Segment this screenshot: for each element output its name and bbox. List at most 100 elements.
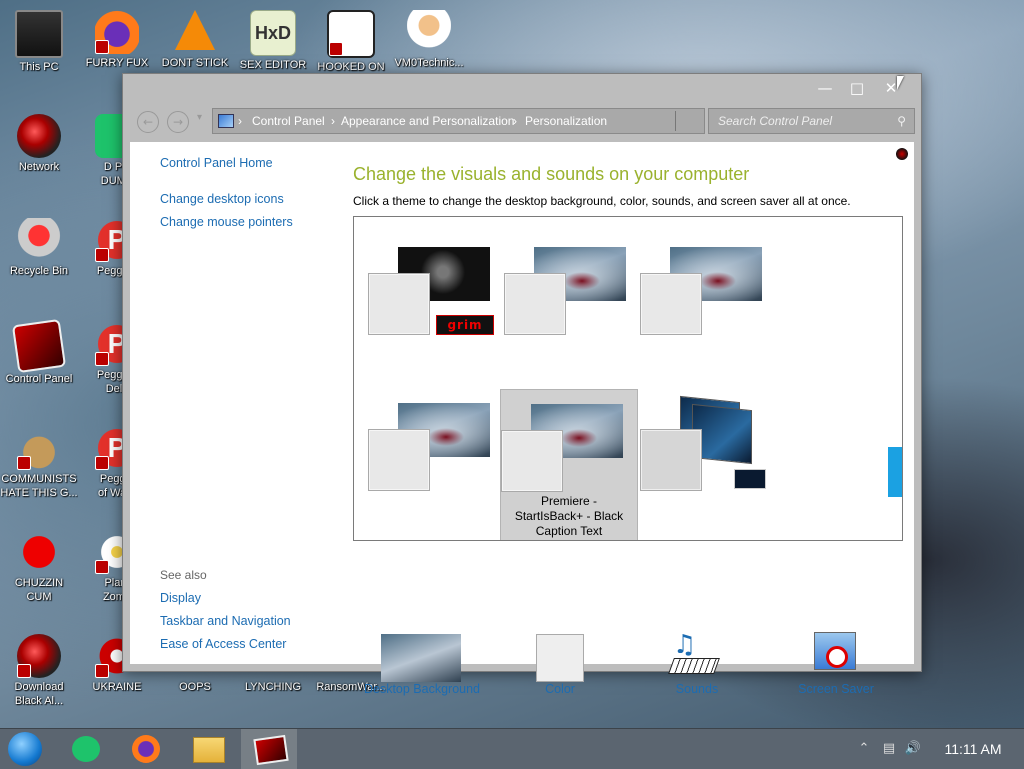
- vlc-cone-icon: [175, 10, 215, 50]
- sounds-label: Sounds: [675, 682, 719, 696]
- doctor-icon: [407, 10, 451, 54]
- desktop-icon-label: FURRY FUX: [85, 57, 149, 69]
- control-panel-icon: [253, 734, 289, 766]
- control-panel-icon: [11, 318, 67, 374]
- breadcrumb-appearance[interactable]: Appearance and Personalization: [341, 109, 514, 133]
- folder-icon: [193, 737, 225, 763]
- volume-icon[interactable]: 🔊: [904, 729, 922, 769]
- desktop-background-label: Desktop Background: [363, 682, 481, 696]
- taskbar-app-firefox[interactable]: [118, 729, 174, 769]
- desktop-icon-network[interactable]: Network: [0, 114, 78, 174]
- desktop-icon-sex-editor[interactable]: HxD SEX EDITOR: [234, 10, 312, 72]
- desktop-icon-label: CHUZZIN CUM: [14, 577, 64, 603]
- clock[interactable]: 11:11 AM: [938, 729, 1008, 769]
- search-input[interactable]: Search Control Panel ⚲: [708, 108, 915, 134]
- hooked-icon: [327, 10, 375, 58]
- desktop-icon-furry-fux[interactable]: FURRY FUX: [78, 10, 156, 70]
- desktop-icon-label: VM0Technic...: [394, 57, 464, 69]
- forward-button[interactable]: →: [167, 111, 189, 133]
- address-bar[interactable]: › Control Panel › Appearance and Persona…: [212, 108, 705, 134]
- maximize-button[interactable]: □: [843, 78, 871, 98]
- ease-of-access-link[interactable]: Ease of Access Center: [160, 637, 286, 651]
- theme-mini-preview: [734, 469, 766, 489]
- minimize-button[interactable]: —: [811, 78, 839, 98]
- keyboard-icon: [668, 658, 720, 674]
- shortcut-arrow-icon: [95, 40, 109, 54]
- shortcut-arrow-icon: [95, 664, 109, 678]
- theme-item[interactable]: grim: [368, 233, 504, 373]
- chuzzle-icon: [17, 530, 61, 574]
- pc-icon: [15, 10, 63, 58]
- theme-scrollbar-thumb[interactable]: [888, 447, 902, 497]
- taskbar-app-control-panel[interactable]: [241, 729, 297, 769]
- network-tray-icon[interactable]: ▤: [880, 729, 898, 769]
- control-panel-home-link[interactable]: Control Panel Home: [160, 156, 273, 170]
- desktop-icon-label: UKRAINE: [92, 681, 142, 693]
- breadcrumb-chevron-icon: ›: [513, 114, 517, 128]
- page-subtitle: Click a theme to change the desktop back…: [353, 194, 851, 208]
- theme-item[interactable]: [640, 233, 776, 373]
- show-hidden-icons-chevron[interactable]: ⌃: [855, 729, 873, 769]
- change-desktop-icons-link[interactable]: Change desktop icons: [160, 192, 284, 206]
- theme-color-swatch: [504, 273, 566, 335]
- theme-color-swatch: [501, 430, 563, 492]
- network-icon: [17, 114, 61, 158]
- taskbar-app-green[interactable]: [58, 729, 114, 769]
- page-title: Change the visuals and sounds on your co…: [353, 164, 750, 184]
- display-link[interactable]: Display: [160, 591, 201, 605]
- shortcut-arrow-icon: [95, 248, 109, 262]
- breadcrumb-personalization[interactable]: Personalization: [525, 109, 607, 133]
- browser-icon: [132, 735, 160, 763]
- theme-item[interactable]: [504, 233, 640, 373]
- desktop-icon-communists[interactable]: COMMUNISTS HATE THIS G...: [0, 426, 78, 500]
- address-divider: [675, 111, 676, 131]
- desktop-icon-label: HOOKED ON: [317, 61, 385, 73]
- theme-color-swatch: [368, 429, 430, 491]
- no-screensaver-icon: [826, 646, 848, 668]
- breadcrumb-control-panel[interactable]: Control Panel: [252, 109, 325, 133]
- desktop-icon-download[interactable]: Download Black Al...: [0, 634, 78, 708]
- desktop-icon-dont-stick[interactable]: DONT STICK: [156, 10, 234, 70]
- back-button[interactable]: ←: [137, 111, 159, 133]
- shortcut-arrow-icon: [95, 456, 109, 470]
- taskbar-navigation-link[interactable]: Taskbar and Navigation: [160, 614, 291, 628]
- change-mouse-pointers-link[interactable]: Change mouse pointers: [160, 215, 293, 229]
- desktop-icon-recycle-bin[interactable]: Recycle Bin: [0, 218, 78, 278]
- taskbar: ⌃ ▤ 🔊 11:11 AM: [0, 728, 1024, 769]
- personalization-window: — □ ✕ ← → ▾ › Control Panel › Appearance…: [122, 73, 922, 696]
- desktop-icon-control-panel[interactable]: Control Panel: [0, 318, 78, 386]
- desktop-icon-this-pc[interactable]: This PC: [0, 10, 78, 74]
- desktop-icon-vm0technic[interactable]: VM0Technic...: [390, 10, 468, 70]
- theme-item[interactable]: [368, 389, 504, 529]
- start-button[interactable]: [0, 729, 56, 769]
- desktop-icon-label: LYNCHING: [244, 681, 302, 693]
- recycle-bin-icon: [17, 218, 61, 262]
- help-icon[interactable]: [896, 148, 908, 160]
- shortcut-arrow-icon: [95, 352, 109, 366]
- search-icon[interactable]: ⚲: [897, 109, 906, 133]
- taskbar-app-explorer[interactable]: [180, 729, 236, 769]
- desktop-icon-label: Control Panel: [5, 373, 73, 385]
- breadcrumb-chevron-icon: ›: [331, 114, 335, 128]
- shortcut-arrow-icon: [95, 560, 109, 574]
- breadcrumb-chevron-icon: ›: [238, 114, 242, 128]
- theme-color-swatch: [640, 429, 702, 491]
- browser-icon: [95, 10, 139, 54]
- shortcut-arrow-icon: [17, 456, 31, 470]
- green-app-icon: [72, 736, 100, 762]
- desktop-icon-label: This PC: [19, 61, 59, 73]
- desktop-icon-label: SEX EDITOR: [239, 59, 307, 71]
- color-swatch-icon: [536, 634, 584, 682]
- theme-item-selected[interactable]: Premiere - StartIsBack+ - Black Caption …: [500, 389, 638, 540]
- desktop-background-icon: [381, 634, 461, 682]
- cursor-icon: [897, 76, 904, 90]
- shortcut-arrow-icon: [17, 664, 31, 678]
- shortcut-arrow-icon: [329, 42, 343, 56]
- desktop-icon-chuzzin[interactable]: CHUZZIN CUM: [0, 530, 78, 604]
- recent-dropdown-icon[interactable]: ▾: [197, 112, 202, 123]
- theme-item[interactable]: [640, 389, 776, 529]
- desktop-icon-label: Recycle Bin: [9, 265, 69, 277]
- desktop-icon-label: DONT STICK: [161, 57, 229, 69]
- desktop-icon-label: Network: [18, 161, 60, 173]
- desktop-icon-hooked-on[interactable]: HOOKED ON: [312, 10, 390, 74]
